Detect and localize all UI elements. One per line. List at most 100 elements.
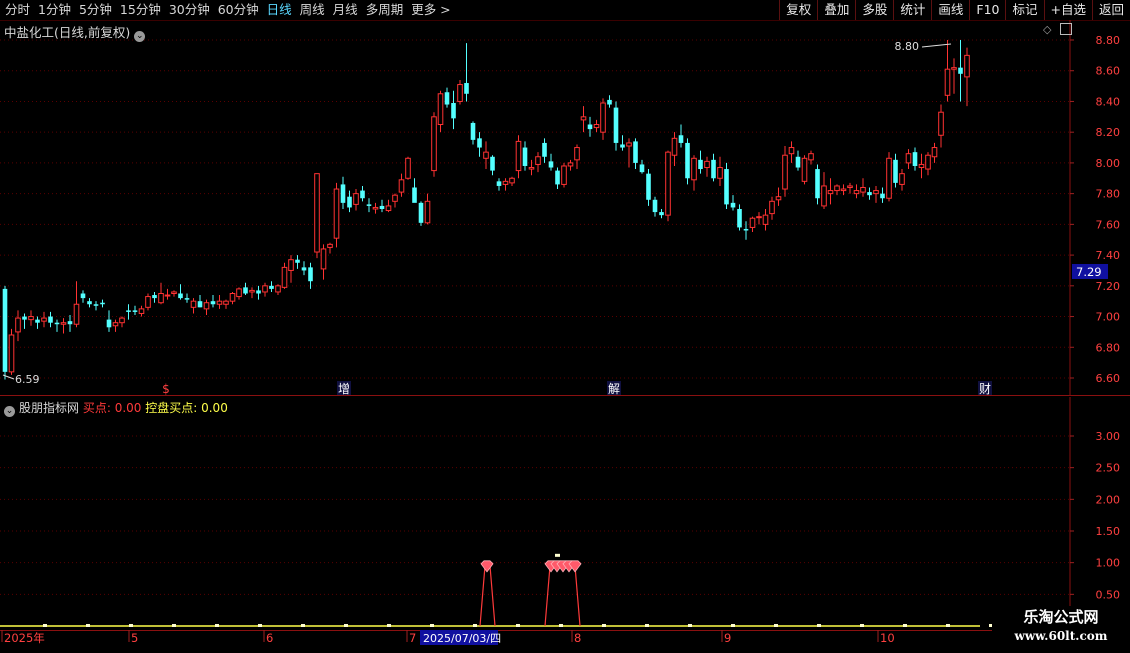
chevron-down-icon[interactable]: ⌄ xyxy=(4,406,15,417)
site-watermark: 乐淘公式网 www.60lt.com xyxy=(992,606,1130,650)
cursor-date-label: 2025/07/03/四 xyxy=(423,632,501,645)
candle-body-up xyxy=(385,205,392,212)
diamond-signal-icon xyxy=(568,560,582,573)
period-tab-4[interactable]: 30分钟 xyxy=(164,0,213,20)
indicator-chart[interactable]: 3.00 2.50 2.00 1.50 1.00 0.50 xyxy=(0,397,1130,630)
date-axis: 2025年 5 6 7 8 9 10 2025/07/03/四 xyxy=(0,630,1130,650)
control-buy-dot xyxy=(688,624,692,627)
main-kline-panel[interactable]: 8.80 8.60 8.40 8.20 8.00 7.80 7.60 7.40 7.20 7.00… xyxy=(0,20,1130,396)
control-buy-dot xyxy=(559,624,563,627)
tool-tab-3[interactable]: 统计 xyxy=(893,0,931,20)
candle-body-up xyxy=(671,137,678,156)
candle-body-up xyxy=(262,285,268,293)
stock-title[interactable]: 中盐化工(日线,前复权) ⌄ xyxy=(4,22,146,42)
chevron-down-icon[interactable]: ⌄ xyxy=(134,31,146,42)
control-buy-dot xyxy=(903,624,907,627)
control-buy-dot xyxy=(645,624,649,627)
candle-body-down xyxy=(490,156,495,171)
candle-body-up xyxy=(171,291,177,294)
candle-body-up xyxy=(288,259,294,271)
candle-body-up xyxy=(236,288,242,298)
price-tick-label: 8.80 xyxy=(1096,34,1121,47)
candle-body-up xyxy=(821,185,827,207)
tool-tab-6[interactable]: 标记 xyxy=(1005,0,1043,20)
period-tab-0[interactable]: 分时 xyxy=(0,0,33,20)
kline-chart[interactable]: 8.80 8.60 8.40 8.20 8.00 7.80 7.60 7.40 7.20 7.00… xyxy=(0,20,1130,396)
candle-body-up xyxy=(827,190,834,195)
candle-body-down xyxy=(379,205,385,209)
candle-body-up xyxy=(15,317,21,333)
period-tab-1[interactable]: 1分钟 xyxy=(33,0,74,20)
candle-body-down xyxy=(633,141,638,163)
date-label-4: 8 xyxy=(574,631,581,645)
price-tick-label: 6.80 xyxy=(1096,341,1121,354)
candle-body-down xyxy=(867,192,872,196)
candle-body-down xyxy=(93,304,99,306)
high-marker-arrow xyxy=(921,43,952,48)
date-label-1: 5 xyxy=(131,631,138,645)
date-axis-svg: 2025年 5 6 7 8 9 10 2025/07/03/四 xyxy=(0,630,1130,645)
tool-tab-7[interactable]: +自选 xyxy=(1043,0,1092,20)
price-tick-label: 8.60 xyxy=(1096,65,1121,78)
indicator-legend: ⌄ 股朋指标网 买点: 0.00 控盘买点: 0.00 xyxy=(4,399,228,417)
candle-body-up xyxy=(873,190,879,195)
candle-body-up xyxy=(190,300,197,308)
candle-body-down xyxy=(685,142,690,179)
candle-body-up xyxy=(60,322,67,325)
period-tab-5[interactable]: 60分钟 xyxy=(213,0,262,20)
control-buy-dot xyxy=(860,624,864,627)
date-label-6: 10 xyxy=(880,631,895,645)
candle-body-down xyxy=(2,288,8,372)
candle-body-down xyxy=(152,295,157,299)
indicator-tick-label: 3.00 xyxy=(1096,430,1121,443)
candle-body-down xyxy=(737,209,742,228)
tool-tab-1[interactable]: 叠加 xyxy=(817,0,855,20)
candle-body-up xyxy=(756,216,762,219)
buy-signal-line xyxy=(479,565,496,627)
candle-body-up xyxy=(769,200,775,215)
indicator-panel[interactable]: 3.00 2.50 2.00 1.50 1.00 0.50 ⌄ 股朋指标网 买点: 0.00… xyxy=(0,397,1130,630)
period-tab-3[interactable]: 15分钟 xyxy=(115,0,164,20)
candle-body-up xyxy=(392,194,398,202)
period-tab-10[interactable]: 更多 > xyxy=(406,0,453,20)
tool-tab-0[interactable]: 复权 xyxy=(779,0,817,20)
candle-body-down xyxy=(522,147,528,166)
tool-tab-8[interactable]: 返回 xyxy=(1091,0,1130,20)
candle-body-up xyxy=(528,167,535,170)
layout-toggle-icon[interactable] xyxy=(1060,23,1072,35)
candle-body-up xyxy=(717,167,723,179)
control-buy-dot xyxy=(129,624,133,627)
tool-tab-2[interactable]: 多股 xyxy=(855,0,893,20)
candle-body-up xyxy=(860,186,866,193)
control-buy-dot xyxy=(86,624,90,627)
diamond-icon[interactable]: ◇ xyxy=(1043,23,1051,36)
candle-body-down xyxy=(496,181,502,186)
candle-body-up xyxy=(808,153,814,161)
candle-body-down xyxy=(295,259,300,263)
right-tool-tabs: 复权 叠加 多股 统计 画线 F10 标记 +自选 返回 xyxy=(779,0,1130,20)
control-buy-dot xyxy=(731,624,735,627)
candle-body-up xyxy=(593,124,600,129)
low-marker-label: 6.59 xyxy=(15,373,40,386)
candle-body-up xyxy=(437,93,444,125)
candle-body-up xyxy=(138,308,145,314)
candle-body-up xyxy=(28,316,34,321)
period-tab-7[interactable]: 周线 xyxy=(295,0,328,20)
indicator-name[interactable]: 股朋指标网 xyxy=(19,401,79,415)
tool-tab-5[interactable]: F10 xyxy=(969,0,1005,20)
period-tab-6[interactable]: 日线 xyxy=(262,0,295,20)
candle-body-down xyxy=(646,173,651,200)
event-marker-1: 增 xyxy=(338,382,350,396)
stock-title-text: 中盐化工(日线,前复权) xyxy=(4,25,131,40)
high-marker-label: 8.80 xyxy=(895,40,920,53)
price-tick-label: 6.60 xyxy=(1096,372,1121,385)
period-tab-2[interactable]: 5分钟 xyxy=(74,0,115,20)
period-tab-9[interactable]: 多周期 xyxy=(361,0,407,20)
candle-body-up xyxy=(944,68,951,96)
tool-tab-4[interactable]: 画线 xyxy=(931,0,969,20)
candle-body-up xyxy=(600,102,606,133)
candle-body-down xyxy=(620,144,625,148)
control-buy-point-label: 控盘买点: 0.00 xyxy=(145,401,228,415)
period-tab-8[interactable]: 月线 xyxy=(328,0,361,20)
candle-body-up xyxy=(749,217,756,228)
